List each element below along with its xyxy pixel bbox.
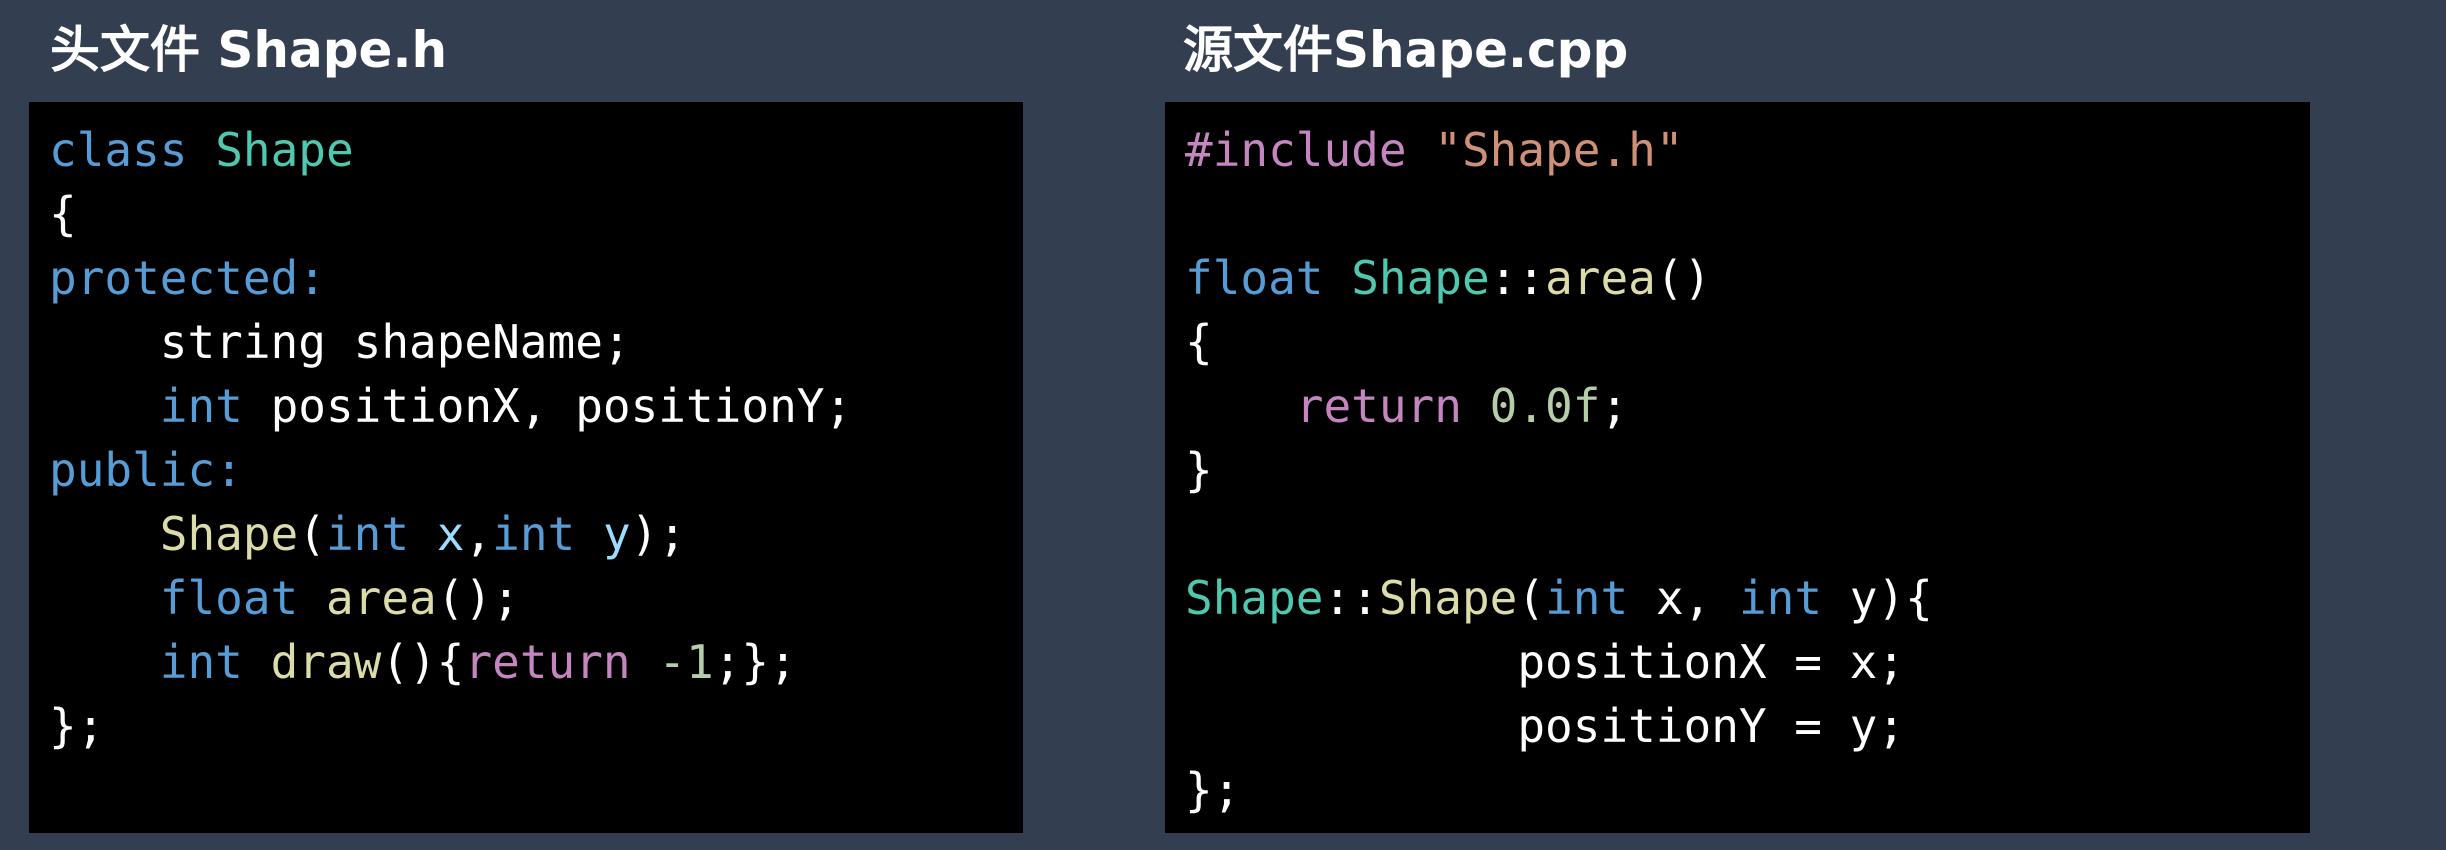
code-token: protected: [49,251,326,305]
code-token: Shape [215,123,354,177]
code-token: int [492,507,576,561]
code-token: }; [1185,763,1241,817]
code-token: Shape [159,507,299,561]
code-token: int [159,379,243,433]
code-token: }; [49,699,105,753]
code-line: { [49,182,1023,246]
code-token: x [436,507,465,561]
code-token: draw [270,635,382,689]
code-line: return 0.0f; [1185,374,2310,438]
code-token: positionX = x; [1185,635,1906,689]
code-token: ); [630,507,687,561]
code-line: string shapeName; [49,310,1023,374]
code-token: (){ [381,635,465,689]
code-token: area [325,571,437,625]
code-token: float [1185,251,1324,305]
code-line: class Shape [49,118,1023,182]
code-token: ;}; [713,635,797,689]
code-line: protected: [49,246,1023,310]
code-token: int [325,507,410,561]
code-line: positionX = x; [1185,630,2310,694]
code-token: return [464,635,631,689]
code-line: positionY = y; [1185,694,2310,758]
code-token: #include [1185,123,1407,177]
code-token: int [1738,571,1823,625]
header-file-title: 头文件 Shape.h [50,21,448,79]
source-code-block: #include "Shape.h" float Shape::area(){ r… [1165,102,2310,833]
code-token: area [1545,251,1656,305]
code-line: public: [49,438,1023,502]
code-token: ( [1517,571,1546,625]
code-token: int [159,635,243,689]
code-token: { [49,187,77,241]
code-token: (); [436,571,520,625]
code-token: -1 [658,635,714,689]
source-file-title: 源文件Shape.cpp [1183,21,1629,79]
code-line: int draw(){return -1;}; [49,630,1023,694]
code-line: }; [1185,758,2310,822]
code-line: }; [49,694,1023,758]
code-token: "Shape.h" [1434,123,1684,177]
code-line: float Shape::area() [1185,246,2310,310]
code-token: Shape [1351,251,1490,305]
code-token: :: [1323,571,1379,625]
code-line: int positionX, positionY; [49,374,1023,438]
code-token: int [1545,571,1629,625]
code-token: public: [49,443,243,497]
code-line: } [1185,438,2310,502]
code-token: class [49,123,188,177]
code-token: Shape [1378,571,1518,625]
code-token: positionY = y; [1185,699,1906,753]
code-token: x, [1628,571,1739,625]
header-code-block: class Shape{protected: string shapeName;… [29,102,1023,833]
code-token: Shape [1185,571,1324,625]
code-token: ( [298,507,326,561]
code-token: float [159,571,299,625]
code-token: :: [1489,251,1546,305]
code-token: } [1185,443,1213,497]
code-line: Shape(int x,int y); [49,502,1023,566]
code-token: positionX, positionY; [242,379,853,433]
code-token: , [464,507,493,561]
code-token: () [1655,251,1712,305]
code-line: #include "Shape.h" [1185,118,2310,182]
code-token: string shapeName; [49,315,631,369]
code-token: ; [1600,379,1629,433]
code-token: y){ [1822,571,1933,625]
code-line: { [1185,310,2310,374]
code-token: { [1185,315,1213,369]
code-token: 0.0f [1489,379,1601,433]
code-token: return [1295,379,1462,433]
code-token: y [602,507,631,561]
code-line: Shape::Shape(int x, int y){ [1185,566,2310,630]
code-line: float area(); [49,566,1023,630]
